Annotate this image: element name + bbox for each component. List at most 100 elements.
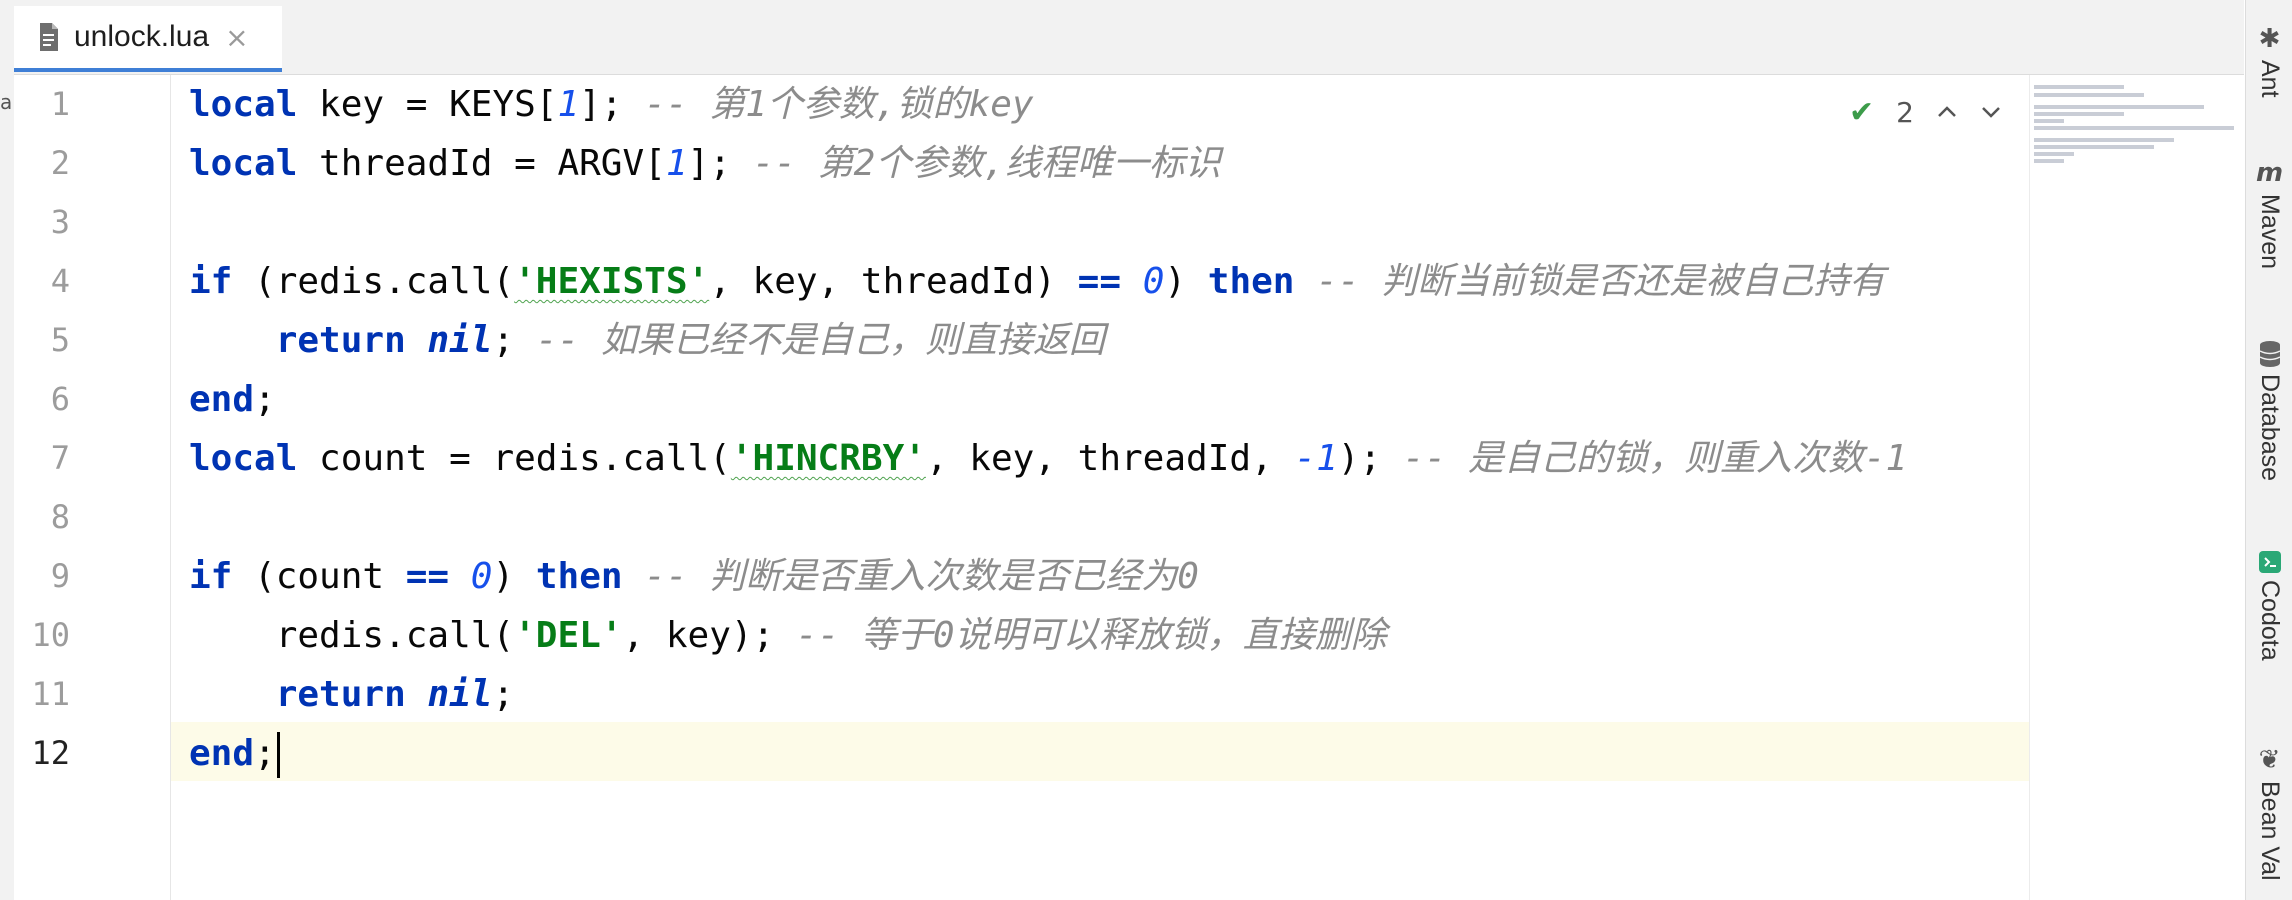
code-line-12[interactable]: end; (189, 724, 280, 783)
tool-label: Database (2256, 374, 2284, 482)
tab-label: unlock.lua (74, 20, 210, 53)
tool-label: Ant (2256, 60, 2284, 98)
minimap-line (2034, 138, 2174, 142)
code-text: (redis.call( (232, 261, 515, 302)
code-minimap[interactable] (2029, 75, 2246, 900)
line-number-gutter[interactable]: 1 2 3 4 5 6 7 8 9 10 11 12 (14, 75, 171, 900)
tab-unlock-lua[interactable]: unlock.lua × (14, 6, 282, 72)
keyword: if (189, 556, 233, 597)
string-literal: 'HINCRBY' (730, 438, 926, 479)
bean-validation-icon: ❦ (2258, 745, 2281, 775)
left-edge-char: a (0, 90, 13, 114)
minimap-line (2034, 145, 2154, 149)
operator: == (405, 556, 450, 597)
string-literal: 'HEXISTS' (514, 261, 710, 302)
code-editor[interactable]: local key = KEYS[1]; -- 第1个参数,锁的key loca… (171, 75, 2029, 900)
tool-ant[interactable]: ✱ Ant (2246, 24, 2292, 98)
tool-database[interactable]: Database (2246, 340, 2292, 481)
code-text: , key, threadId) (709, 261, 1078, 302)
comment: -- 是自己的锁，则重入次数-1 (1381, 438, 1908, 479)
code-text: count = redis.call( (297, 438, 731, 479)
code-text: ; (492, 674, 515, 715)
code-text: ) (492, 556, 536, 597)
code-line-1[interactable]: local key = KEYS[1]; -- 第1个参数,锁的key (189, 75, 1034, 134)
number-literal: 0 (470, 556, 493, 597)
line-number: 5 (50, 321, 70, 359)
chevron-up-icon[interactable] (1936, 104, 1958, 120)
code-line-4[interactable]: if (redis.call('HEXISTS', key, threadId)… (189, 252, 1885, 311)
minimap-line (2034, 112, 2124, 116)
tool-label: Maven (2256, 194, 2284, 270)
comment: -- 判断是否重入次数是否已经为0 (622, 556, 1199, 597)
tool-label: Bean Val (2256, 781, 2284, 881)
code-line-7[interactable]: local count = redis.call('HINCRBY', key,… (189, 429, 1907, 488)
minimap-line (2034, 119, 2064, 123)
keyword: return (275, 674, 406, 715)
keyword: end (189, 379, 255, 420)
text-caret (276, 732, 280, 778)
code-line-9[interactable]: if (count == 0) then -- 判断是否重入次数是否已经为0 (189, 547, 1199, 606)
number-literal: 1 (557, 84, 580, 125)
line-number: 6 (50, 380, 70, 418)
close-icon[interactable]: × (225, 21, 248, 54)
chevron-down-icon[interactable] (1980, 104, 2002, 120)
maven-icon: m (2255, 158, 2284, 188)
line-number-current: 12 (31, 734, 70, 772)
code-text: ]; (579, 84, 623, 125)
inspection-count: 2 (1896, 95, 1914, 129)
code-text: , key, threadId, (925, 438, 1295, 479)
number-literal: 0 (1142, 261, 1165, 302)
comment: -- 判断当前锁是否还是被自己持有 (1294, 261, 1886, 302)
comment: -- 第2个参数,线程唯一标识 (730, 143, 1221, 184)
number-literal: -1 (1294, 438, 1338, 479)
line-number: 3 (50, 203, 70, 241)
comment: -- 如果已经不是自己，则直接返回 (514, 320, 1105, 361)
minimap-line (2034, 105, 2204, 109)
string-literal: 'DEL' (514, 615, 623, 656)
code-line-6[interactable]: end; (189, 370, 276, 429)
code-text: threadId = ARGV[ (297, 143, 666, 184)
code-text: ); (1337, 438, 1382, 479)
keyword: return (275, 320, 406, 361)
tool-codota[interactable]: Codota (2246, 550, 2292, 661)
line-number: 10 (31, 616, 70, 654)
line-number: 2 (50, 144, 70, 182)
right-tool-window-bar: ✱ Ant m Maven Database Codota ❦ Bean Val (2245, 0, 2292, 900)
code-line-2[interactable]: local threadId = ARGV[1]; -- 第2个参数,线程唯一标… (189, 134, 1221, 193)
ide-window: a unlock.lua × 1 2 3 4 5 6 7 8 9 10 11 1… (0, 0, 2292, 900)
code-text: , key); (622, 615, 775, 656)
lua-file-icon (40, 23, 58, 51)
minimap-line (2034, 85, 2124, 89)
tool-bean-validation[interactable]: ❦ Bean Val (2246, 745, 2292, 881)
comment: -- 等于0说明可以释放锁，直接删除 (774, 615, 1387, 656)
code-line-5[interactable]: return nil; -- 如果已经不是自己，则直接返回 (189, 311, 1105, 370)
line-number: 8 (50, 498, 70, 536)
ant-icon: ✱ (2258, 24, 2281, 54)
editor-tab-bar: unlock.lua × (14, 0, 2244, 75)
minimap-line (2034, 93, 2144, 97)
code-line-11[interactable]: return nil; (189, 665, 514, 724)
tool-maven[interactable]: m Maven (2246, 158, 2292, 269)
keyword: then (535, 556, 623, 597)
left-edge-panel: a (0, 0, 15, 900)
minimap-line (2034, 152, 2074, 156)
line-number: 4 (50, 262, 70, 300)
code-text: ; (492, 320, 515, 361)
line-number: 11 (31, 675, 70, 713)
code-line-10[interactable]: redis.call('DEL', key); -- 等于0说明可以释放锁，直接… (189, 606, 1387, 665)
keyword: if (189, 261, 233, 302)
number-literal: 1 (665, 143, 688, 184)
nil-literal: nil (427, 320, 493, 361)
keyword: then (1207, 261, 1295, 302)
inspection-widget[interactable]: ✔ 2 (1849, 92, 2002, 132)
code-text: (count (232, 556, 406, 597)
codota-icon (2258, 551, 2281, 573)
keyword: local (189, 84, 298, 125)
code-text: ; (254, 379, 276, 420)
keyword: local (189, 143, 298, 184)
line-number: 7 (50, 439, 70, 477)
